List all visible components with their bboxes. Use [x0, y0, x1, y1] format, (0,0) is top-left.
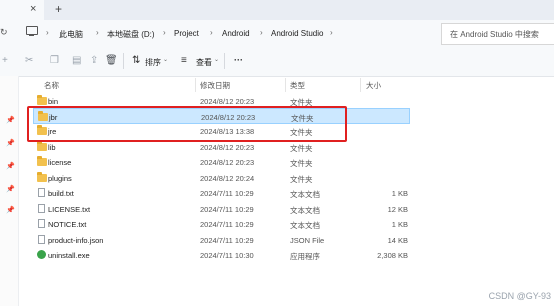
delete-icon[interactable]: 🗑 [105, 55, 118, 66]
breadcrumb-android-studio[interactable]: Android Studio [271, 29, 323, 38]
monitor-stand [29, 35, 34, 36]
file-date: 2024/7/11 10:29 [200, 236, 254, 245]
refresh-icon[interactable]: ↻ [0, 27, 8, 38]
text-file-icon [38, 219, 45, 228]
file-name: build.txt [48, 189, 74, 198]
search-placeholder: 在 Android Studio 中搜索 [450, 30, 539, 39]
more-options-button[interactable]: ··· [234, 55, 243, 65]
file-name: license [48, 158, 72, 167]
folder-icon [37, 95, 47, 105]
file-name: uninstall.exe [48, 251, 90, 260]
breadcrumb-separator: › [260, 28, 263, 37]
file-name: NOTICE.txt [48, 220, 87, 229]
file-row[interactable]: LICENSE.txt 2024/7/11 10:29 文本文档 12 KB [33, 201, 410, 217]
breadcrumb-separator: › [96, 28, 99, 37]
column-header-size[interactable]: 大小 [366, 80, 381, 91]
column-header-type[interactable]: 类型 [290, 80, 305, 91]
file-row[interactable]: uninstall.exe 2024/7/11 10:30 应用程序 2,308… [33, 247, 410, 263]
close-tab-icon[interactable]: × [30, 3, 36, 15]
file-date: 2024/7/11 10:29 [200, 205, 254, 214]
file-row[interactable]: license 2024/8/12 20:23 文件夹 [33, 154, 410, 170]
sort-chevron-icon[interactable]: ⌄ [163, 56, 168, 63]
column-divider[interactable] [360, 78, 361, 92]
file-name: LICENSE.txt [48, 205, 91, 214]
file-date: 2024/8/12 20:23 [200, 97, 255, 106]
toolbar-divider [123, 53, 124, 69]
file-row[interactable]: build.txt 2024/7/11 10:29 文本文档 1 KB [33, 185, 410, 201]
file-size: 1 KB [391, 189, 408, 198]
file-row[interactable]: NOTICE.txt 2024/7/11 10:29 文本文档 1 KB [33, 216, 410, 232]
pin-icon[interactable]: 📌 [6, 206, 15, 214]
breadcrumb-separator: › [163, 28, 166, 37]
view-chevron-icon[interactable]: ⌄ [214, 56, 219, 63]
json-file-icon [38, 235, 45, 244]
copy-icon[interactable]: ❐ [50, 55, 59, 66]
address-bar: ↻ › 此电脑 › 本地磁盘 (D:) › Project › Android … [0, 20, 554, 46]
navigation-pane: 📌 📌 📌 📌 📌 [0, 76, 19, 306]
file-size: 2,308 KB [377, 251, 408, 260]
sort-icon[interactable]: ⇅ [132, 55, 140, 66]
file-name: bin [48, 97, 59, 106]
this-pc-icon[interactable] [26, 26, 38, 35]
pin-icon[interactable]: 📌 [6, 116, 15, 124]
tab-strip: × + [0, 0, 554, 20]
file-date: 2024/8/12 20:23 [200, 158, 255, 167]
cut-icon[interactable]: ✂ [25, 55, 33, 66]
file-type: JSON File [290, 236, 325, 245]
new-icon[interactable]: + [2, 55, 8, 66]
breadcrumb-project[interactable]: Project [174, 29, 199, 38]
file-row[interactable]: product-info.json 2024/7/11 10:29 JSON F… [33, 232, 410, 248]
column-header-name[interactable]: 名称 [44, 80, 59, 91]
file-type: 文本文档 [290, 190, 320, 199]
file-date: 2024/7/11 10:29 [200, 189, 254, 198]
text-file-icon [38, 188, 45, 197]
file-type: 应用程序 [290, 252, 320, 261]
file-type: 文本文档 [290, 206, 320, 215]
share-icon[interactable]: ⇪ [90, 55, 98, 66]
breadcrumb-android[interactable]: Android [222, 29, 250, 38]
file-date: 2024/7/11 10:29 [200, 220, 254, 229]
file-size: 14 KB [387, 236, 408, 245]
highlight-box [27, 106, 347, 142]
file-name: product-info.json [48, 236, 104, 245]
file-type: 文件夹 [290, 144, 313, 153]
sort-button[interactable]: 排序 [145, 57, 161, 68]
folder-icon [37, 156, 47, 166]
file-type: 文本文档 [290, 221, 320, 230]
window-tab[interactable]: × [0, 0, 44, 20]
folder-icon [37, 172, 47, 182]
new-tab-icon[interactable]: + [55, 2, 62, 16]
column-header-date[interactable]: 修改日期 [200, 80, 230, 91]
pin-icon[interactable]: 📌 [6, 185, 15, 193]
breadcrumb-separator: › [330, 28, 333, 37]
pin-icon[interactable]: 📌 [6, 139, 15, 147]
pin-icon[interactable]: 📌 [6, 162, 15, 170]
command-bar: + ✂ ❐ ▤ ⇪ 🗑 ⇅ 排序 ⌄ ≡ 查看 ⌄ ··· [0, 46, 554, 77]
watermark: CSDN @GY-93 [488, 291, 551, 301]
breadcrumb-drive-d[interactable]: 本地磁盘 (D:) [107, 29, 155, 40]
breadcrumb-this-pc[interactable]: 此电脑 [59, 29, 83, 40]
installer-icon [37, 250, 46, 259]
file-row[interactable]: plugins 2024/8/12 20:24 文件夹 [33, 170, 410, 186]
file-name: plugins [48, 174, 72, 183]
file-name: lib [48, 143, 56, 152]
file-date: 2024/8/12 20:23 [200, 143, 255, 152]
file-date: 2024/8/12 20:24 [200, 174, 255, 183]
view-icon[interactable]: ≡ [181, 55, 187, 66]
file-type: 文件夹 [290, 159, 313, 168]
folder-icon [37, 141, 47, 151]
text-file-icon [38, 204, 45, 213]
paste-icon[interactable]: ▤ [72, 55, 81, 66]
file-size: 1 KB [391, 220, 408, 229]
breadcrumb-separator: › [46, 28, 49, 37]
column-divider[interactable] [285, 78, 286, 92]
toolbar-divider [224, 53, 225, 69]
search-input[interactable]: 在 Android Studio 中搜索 [441, 23, 554, 45]
column-divider[interactable] [195, 78, 196, 92]
file-type: 文件夹 [290, 175, 313, 184]
file-size: 12 KB [387, 205, 408, 214]
view-button[interactable]: 查看 [196, 57, 212, 68]
breadcrumb-separator: › [210, 28, 213, 37]
file-date: 2024/7/11 10:30 [200, 251, 254, 260]
